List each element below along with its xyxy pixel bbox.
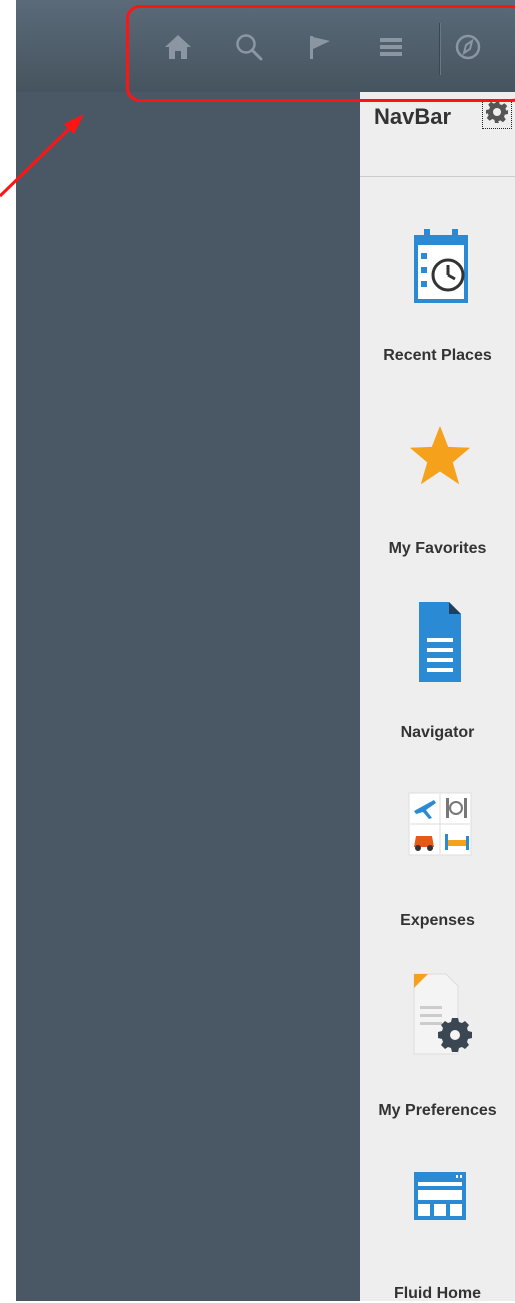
nav-item-fluid-home[interactable]: Fluid Home xyxy=(360,1152,515,1302)
navbar-settings-button[interactable] xyxy=(482,99,512,129)
preferences-icon xyxy=(408,972,472,1056)
navbar-header: NavBar xyxy=(360,92,515,177)
document-icon xyxy=(408,600,472,684)
nav-item-label: Recent Places xyxy=(383,347,492,364)
nav-item-label: My Favorites xyxy=(388,540,487,557)
nav-item-label: Expenses xyxy=(400,912,475,929)
nav-item-expenses[interactable]: Expenses xyxy=(360,782,515,929)
annotation-highlight-box xyxy=(126,5,515,102)
nav-item-navigator[interactable]: Navigator xyxy=(360,600,515,741)
nav-item-my-favorites[interactable]: My Favorites xyxy=(360,414,515,557)
fluid-home-icon xyxy=(408,1152,472,1236)
nav-item-label: Fluid Home xyxy=(393,1285,482,1302)
app-root: NavBar Recent Places My Favorites Naviga… xyxy=(0,0,515,1302)
navbar-title: NavBar xyxy=(374,104,452,129)
gear-icon xyxy=(485,100,509,129)
star-icon xyxy=(408,414,472,498)
nav-item-label: My Preferences xyxy=(378,1102,497,1119)
nav-item-recent-places[interactable]: Recent Places xyxy=(360,225,515,365)
nav-item-my-preferences[interactable]: My Preferences xyxy=(360,972,515,1119)
expenses-icon xyxy=(408,782,472,866)
navbar-panel: NavBar Recent Places My Favorites Naviga… xyxy=(360,92,515,1302)
calendar-clock-icon xyxy=(408,225,472,309)
annotation-arrow xyxy=(0,114,84,198)
nav-item-label: Navigator xyxy=(400,724,475,741)
